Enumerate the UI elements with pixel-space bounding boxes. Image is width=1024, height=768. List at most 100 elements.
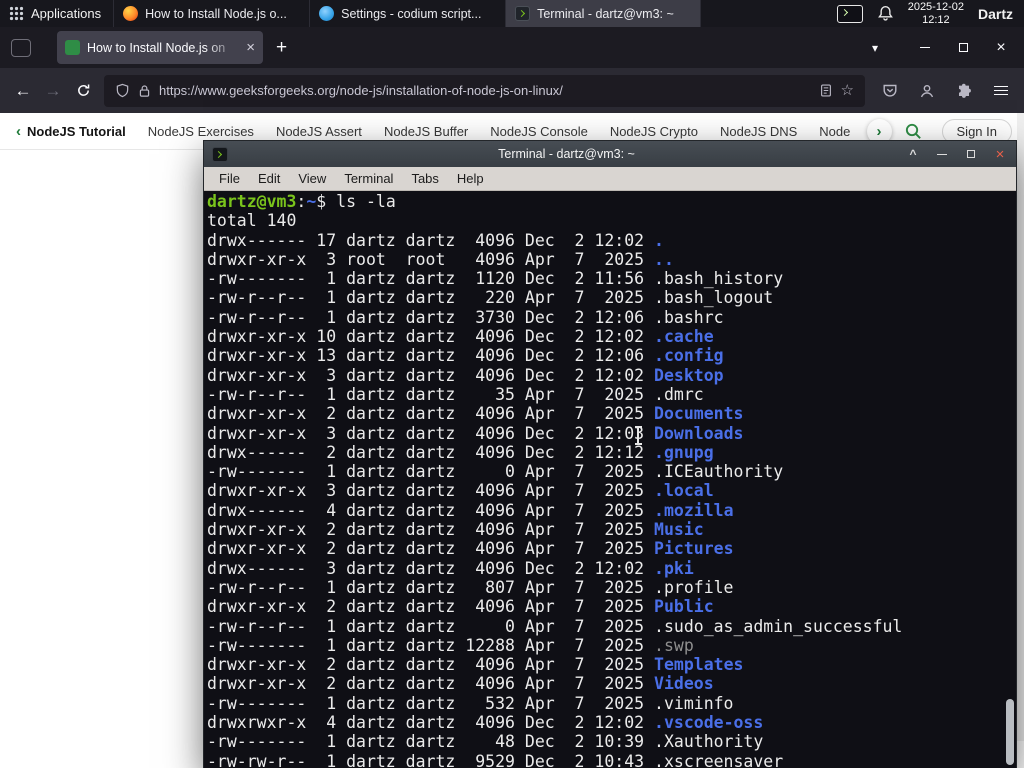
terminal-app-icon <box>212 146 228 162</box>
lock-icon[interactable] <box>138 84 151 98</box>
site-nav-link[interactable]: NodeJS Assert <box>276 124 362 139</box>
terminal-line: drwx------ 2 dartz dartz 4096 Dec 2 12:1… <box>207 442 714 462</box>
menu-icon[interactable] <box>986 76 1016 106</box>
terminal-window: Terminal - dartz@vm3: ~ ^ × File Edit View… <box>203 140 1017 768</box>
terminal-window-controls: ^ × <box>905 145 1008 163</box>
terminal-line: drwxr-xr-x 2 dartz dartz 4096 Apr 7 2025… <box>207 539 734 559</box>
site-favicon <box>65 40 80 55</box>
panel-user-label: Dartz <box>977 5 1013 22</box>
terminal-line: -rw------- 1 dartz dartz 0 Apr 7 2025 .I… <box>207 462 784 482</box>
terminal-line: drwxr-xr-x 2 dartz dartz 4096 Apr 7 2025… <box>207 655 744 675</box>
panel-clock[interactable]: 2025-12-02 12:12 <box>908 1 964 26</box>
menu-edit[interactable]: Edit <box>249 168 289 189</box>
terminal-minimize-button[interactable] <box>934 145 950 163</box>
bookmark-star-icon[interactable]: ☆ <box>841 83 854 98</box>
terminal-menubar: File Edit View Terminal Tabs Help <box>204 167 1016 191</box>
menu-terminal[interactable]: Terminal <box>335 168 402 189</box>
codium-icon <box>319 6 335 21</box>
taskbar-button[interactable]: Terminal - dartz@vm3: ~ <box>505 0 702 27</box>
taskbar-button-label: How to Install Node.js o... <box>145 6 287 21</box>
terminal-line: drwxr-xr-x 2 dartz dartz 4096 Apr 7 2025… <box>207 674 714 694</box>
browser-tab[interactable]: How to Install Node.js on × <box>57 31 263 64</box>
applications-icon <box>9 6 24 21</box>
reload-button[interactable] <box>68 76 98 106</box>
terminal-scrollbar-thumb[interactable] <box>1006 699 1014 765</box>
site-nav-link[interactable]: NodeJS Console <box>490 124 588 139</box>
terminal-close-button[interactable]: × <box>992 145 1008 163</box>
terminal-line: -rw------- 1 dartz dartz 532 Apr 7 2025 … <box>207 693 734 713</box>
terminal-line: drwxr-xr-x 3 dartz dartz 4096 Dec 2 12:0… <box>207 365 724 385</box>
site-nav-link[interactable]: NodeJS Crypto <box>610 124 698 139</box>
taskbar-button-label: Settings - codium script... <box>341 6 482 21</box>
account-icon[interactable] <box>912 76 942 106</box>
terminal-line: drwxr-xr-x 2 dartz dartz 4096 Apr 7 2025… <box>207 597 714 617</box>
chevron-right-icon: › <box>876 122 882 140</box>
tracking-shield-icon[interactable] <box>115 83 130 98</box>
terminal-line: drwx------ 17 dartz dartz 4096 Dec 2 12:… <box>207 230 664 250</box>
tab-title: How to Install Node.js on <box>87 40 226 55</box>
terminal-line: -rw-r--r-- 1 dartz dartz 35 Apr 7 2025 .… <box>207 384 704 404</box>
terminal-line: -rw------- 1 dartz dartz 1120 Dec 2 11:5… <box>207 269 784 289</box>
clock-time: 12:12 <box>922 13 950 26</box>
notification-bell-icon[interactable] <box>877 5 894 22</box>
new-tab-button[interactable]: + <box>276 37 287 59</box>
terminal-screen[interactable]: dartz@vm3:~$ ls -la total 140 drwx------ 1… <box>204 191 1016 768</box>
desktop: Applications How to Install Node.js o...… <box>0 0 1024 768</box>
url-text[interactable]: https://www.geeksforgeeks.org/node-js/in… <box>159 83 811 98</box>
tab-close-icon[interactable]: × <box>246 40 255 55</box>
tab-bar: How to Install Node.js on × + ▾ × <box>0 27 1024 68</box>
extensions-icon[interactable] <box>949 76 979 106</box>
site-nav-links: ‹ NodeJS Tutorial NodeJS Exercises NodeJS A… <box>16 123 865 140</box>
taskbar-button-label: Terminal - dartz@vm3: ~ <box>537 6 674 21</box>
terminal-line: drwxr-xr-x 2 dartz dartz 4096 Apr 7 2025… <box>207 520 704 540</box>
pocket-icon[interactable] <box>875 76 905 106</box>
site-nav-link[interactable]: NodeJS DNS <box>720 124 797 139</box>
firefox-view-icon[interactable] <box>11 38 31 57</box>
terminal-line: -rw-r--r-- 1 dartz dartz 220 Apr 7 2025 … <box>207 288 774 308</box>
terminal-line: dartz@vm3:~$ ls -la <box>207 192 396 211</box>
terminal-line: -rw------- 1 dartz dartz 12288 Apr 7 202… <box>207 635 694 655</box>
applications-menu[interactable]: Applications <box>0 0 113 27</box>
terminal-line: -rw-r--r-- 1 dartz dartz 0 Apr 7 2025 .s… <box>207 616 903 636</box>
terminal-title: Terminal - dartz@vm3: ~ <box>498 147 635 161</box>
firefox-icon <box>123 6 139 21</box>
taskbar-button[interactable]: Settings - codium script... <box>309 0 505 27</box>
shade-button[interactable]: ^ <box>905 145 921 163</box>
menu-tabs[interactable]: Tabs <box>402 168 447 189</box>
minimize-button[interactable] <box>912 36 938 60</box>
menu-view[interactable]: View <box>289 168 335 189</box>
taskbar-button[interactable]: How to Install Node.js o... <box>113 0 309 27</box>
site-nav-link[interactable]: ‹ NodeJS Tutorial <box>16 123 126 140</box>
forward-button[interactable]: → <box>38 76 68 106</box>
terminal-line: -rw-rw-r-- 1 dartz dartz 9529 Dec 2 10:4… <box>207 751 784 768</box>
terminal-line: total 140 <box>207 211 297 231</box>
applications-label: Applications <box>31 6 102 21</box>
terminal-line: drwx------ 4 dartz dartz 4096 Apr 7 2025… <box>207 500 734 520</box>
site-nav-link[interactable]: NodeJS Exercises <box>148 124 254 139</box>
menu-file[interactable]: File <box>210 168 249 189</box>
search-icon <box>905 123 921 139</box>
terminal-line: drwxr-xr-x 3 dartz dartz 4096 Dec 2 12:0… <box>207 423 744 443</box>
terminal-titlebar[interactable]: Terminal - dartz@vm3: ~ ^ × <box>204 141 1016 167</box>
reader-mode-icon[interactable] <box>819 83 833 98</box>
list-tabs-icon[interactable]: ▾ <box>872 41 878 55</box>
menu-help[interactable]: Help <box>448 168 493 189</box>
terminal-tray-icon[interactable] <box>836 4 863 23</box>
taskbar: How to Install Node.js o... Settings - co… <box>113 0 702 27</box>
address-bar[interactable]: https://www.geeksforgeeks.org/node-js/in… <box>104 74 865 107</box>
terminal-line: drwxr-xr-x 3 root root 4096 Apr 7 2025 .… <box>207 249 674 269</box>
terminal-maximize-button[interactable] <box>963 145 979 163</box>
terminal-line: drwxr-xr-x 10 dartz dartz 4096 Dec 2 12:… <box>207 327 714 347</box>
close-button[interactable]: × <box>988 36 1014 60</box>
site-nav-link[interactable]: NodeJS Buffer <box>384 124 468 139</box>
terminal-output: dartz@vm3:~$ ls -la total 140 drwx------ 1… <box>204 191 1016 768</box>
back-button[interactable]: ← <box>8 76 38 106</box>
maximize-button[interactable] <box>950 36 976 60</box>
clock-date: 2025-12-02 <box>907 1 964 13</box>
terminal-icon <box>515 6 531 21</box>
reload-icon <box>77 84 89 96</box>
site-nav-link[interactable]: Node <box>819 124 850 139</box>
chevron-left-icon: ‹ <box>16 122 21 140</box>
system-tray: 2025-12-02 12:12 Dartz <box>836 0 1024 27</box>
browser-scrollbar[interactable] <box>1017 113 1024 741</box>
